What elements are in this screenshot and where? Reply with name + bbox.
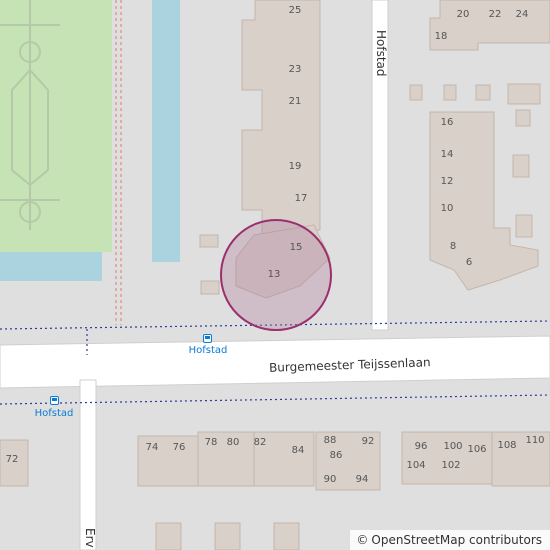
- house-number: 108: [497, 440, 517, 451]
- attribution-text[interactable]: OpenStreetMap contributors: [371, 533, 542, 547]
- house-number: 86: [329, 450, 343, 461]
- house-number-highlighted: 13: [267, 269, 281, 280]
- house-number: 17: [294, 193, 308, 204]
- park-corner: [80, 210, 112, 252]
- house-number: 8: [449, 241, 457, 252]
- house-number: 102: [441, 460, 461, 471]
- copyright-symbol: ©: [356, 533, 369, 547]
- house-number: 25: [288, 5, 302, 16]
- house-number: 16: [440, 117, 454, 128]
- house-number: 84: [291, 445, 305, 456]
- house-number: 12: [440, 176, 454, 187]
- house-number: 94: [355, 474, 369, 485]
- house-number: 96: [414, 441, 428, 452]
- house-number: 104: [406, 460, 426, 471]
- bus-stop-icon[interactable]: [203, 334, 212, 343]
- house-number: 106: [467, 444, 487, 455]
- house-number: 92: [361, 436, 375, 447]
- house-number: 110: [525, 435, 545, 446]
- house-number: 88: [323, 435, 337, 446]
- house-number: 18: [434, 31, 448, 42]
- canal-horizontal: [0, 252, 102, 281]
- canal-vertical: [152, 0, 180, 262]
- house-number: 82: [253, 437, 267, 448]
- road-label-hofstad: Hofstad: [374, 30, 388, 77]
- map-view[interactable]: 25 23 21 19 17 15 13 20 22 24 18 16 14 1…: [0, 0, 550, 550]
- house-number: 20: [456, 9, 470, 20]
- road-label-erv: Erv: [83, 528, 97, 548]
- house-number: 22: [488, 9, 502, 20]
- house-number: 74: [145, 442, 159, 453]
- house-number: 78: [204, 437, 218, 448]
- house-number: 100: [443, 441, 463, 452]
- bus-stop-label: Hofstad: [188, 345, 228, 356]
- house-number: 80: [226, 437, 240, 448]
- map-attribution[interactable]: © OpenStreetMap contributors: [350, 530, 550, 550]
- house-number: 19: [288, 161, 302, 172]
- house-number: 23: [288, 64, 302, 75]
- house-number: 14: [440, 149, 454, 160]
- house-number: 76: [172, 442, 186, 453]
- house-number: 15: [289, 242, 303, 253]
- house-number: 72: [5, 454, 19, 465]
- house-number: 10: [440, 203, 454, 214]
- house-number: 6: [465, 257, 473, 268]
- house-number: 24: [515, 9, 529, 20]
- bus-stop-icon[interactable]: [50, 396, 59, 405]
- bus-stop-label: Hofstad: [34, 408, 74, 419]
- house-number: 21: [288, 96, 302, 107]
- house-number: 90: [323, 474, 337, 485]
